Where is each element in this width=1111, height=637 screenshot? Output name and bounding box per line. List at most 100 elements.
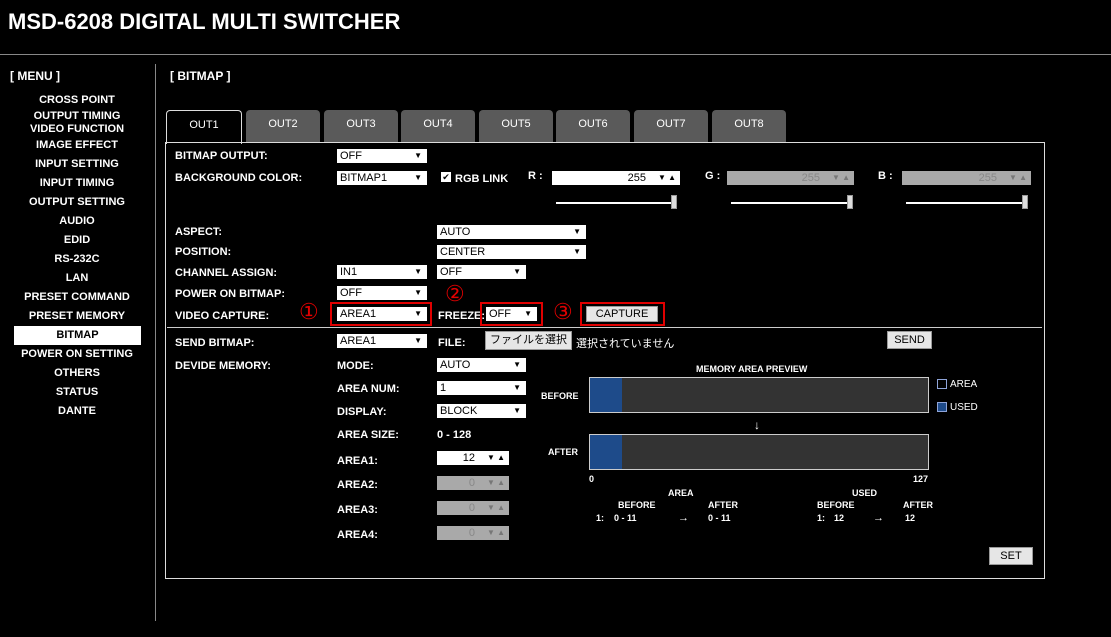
used-heading: USED <box>852 488 878 498</box>
area4-input[interactable]: 0 ▼ ▲ <box>437 526 509 540</box>
background-color-value: BITMAP1 <box>340 172 388 184</box>
area3-input[interactable]: 0 ▼ ▲ <box>437 501 509 515</box>
legend-used-swatch <box>937 402 947 412</box>
menu-item-input-setting[interactable]: INPUT SETTING <box>0 155 154 174</box>
area3-value: 0 <box>468 502 475 514</box>
spinner-icon[interactable]: ▼ ▲ <box>1009 171 1027 185</box>
menu-item-lan[interactable]: LAN <box>0 269 154 288</box>
dropdown-arrow-icon: ▼ <box>524 309 532 318</box>
tab-out7[interactable]: OUT7 <box>634 110 708 142</box>
spinner-icon[interactable]: ▼ ▲ <box>487 501 505 515</box>
freeze-value: OFF <box>489 308 511 320</box>
freeze-select[interactable]: OFF ▼ <box>486 307 537 321</box>
menu-item-preset-command[interactable]: PRESET COMMAND <box>0 288 154 307</box>
spinner-icon[interactable]: ▼ ▲ <box>832 171 850 185</box>
spinner-icon[interactable]: ▼ ▲ <box>658 171 676 185</box>
menu-item-status[interactable]: STATUS <box>0 383 154 402</box>
menu-item-preset-memory[interactable]: PRESET MEMORY <box>0 307 154 326</box>
tab-out6[interactable]: OUT6 <box>556 110 630 142</box>
mode-select[interactable]: AUTO ▼ <box>437 358 526 372</box>
tab-out8[interactable]: OUT8 <box>712 110 786 142</box>
g-value-input[interactable]: 255 ▼ ▲ <box>727 171 854 185</box>
power-on-bitmap-select[interactable]: OFF ▼ <box>337 286 427 300</box>
b-value: 255 <box>978 172 997 184</box>
used-col-before: BEFORE <box>817 500 855 510</box>
legend-area-swatch <box>937 379 947 389</box>
set-button[interactable]: SET <box>989 547 1033 565</box>
tab-out1[interactable]: OUT1 <box>166 110 242 144</box>
tab-out5[interactable]: OUT5 <box>479 110 553 142</box>
g-slider-thumb[interactable] <box>847 195 853 209</box>
area-row-arrow-icon: → <box>678 512 689 524</box>
rgb-link-label: RGB LINK <box>455 173 509 185</box>
menu-item-edid[interactable]: EDID <box>0 231 154 250</box>
position-value: CENTER <box>440 246 486 258</box>
send-bitmap-select[interactable]: AREA1 ▼ <box>337 334 427 348</box>
rgb-link-checkbox[interactable]: ✔ <box>441 172 451 182</box>
bitmap-output-select[interactable]: OFF ▼ <box>337 149 427 163</box>
dropdown-arrow-icon: ▼ <box>513 406 521 415</box>
aspect-value: AUTO <box>440 226 471 238</box>
menu-item-rs232c[interactable]: RS-232C <box>0 250 154 269</box>
area2-input[interactable]: 0 ▼ ▲ <box>437 476 509 490</box>
channel-assign-select[interactable]: OFF ▼ <box>437 265 526 279</box>
capture-button[interactable]: CAPTURE <box>586 306 658 322</box>
memory-after-used <box>590 435 622 469</box>
freeze-label: FREEZE: <box>438 310 486 322</box>
spinner-icon[interactable]: ▼ ▲ <box>487 476 505 490</box>
b-slider-thumb[interactable] <box>1022 195 1028 209</box>
area2-value: 0 <box>468 477 475 489</box>
section-title: [ BITMAP ] <box>170 69 231 83</box>
menu-item-others[interactable]: OTHERS <box>0 364 154 383</box>
area-row-before: 0 - 11 <box>614 513 637 523</box>
r-slider-thumb[interactable] <box>671 195 677 209</box>
video-capture-select[interactable]: AREA1 ▼ <box>337 307 427 321</box>
power-on-bitmap-label: POWER ON BITMAP: <box>175 288 285 300</box>
area-heading: AREA <box>668 488 694 498</box>
g-slider-track <box>731 202 852 204</box>
area2-label: AREA2: <box>337 479 378 491</box>
r-value-input[interactable]: 255 ▼ ▲ <box>552 171 680 185</box>
display-select[interactable]: BLOCK ▼ <box>437 404 526 418</box>
aspect-select[interactable]: AUTO ▼ <box>437 225 586 239</box>
menu-item-audio[interactable]: AUDIO <box>0 212 154 231</box>
area-num-select[interactable]: 1 ▼ <box>437 381 526 395</box>
memory-after-bar <box>589 434 929 470</box>
tab-out4[interactable]: OUT4 <box>401 110 475 142</box>
b-value-input[interactable]: 255 ▼ ▲ <box>902 171 1031 185</box>
dropdown-arrow-icon: ▼ <box>414 173 422 182</box>
channel-assign-input-select[interactable]: IN1 ▼ <box>337 265 427 279</box>
area-size-value: 0 - 128 <box>437 429 472 441</box>
sidebar-menu: CROSS POINT OUTPUT TIMING VIDEO FUNCTION … <box>0 91 154 421</box>
dropdown-arrow-icon: ▼ <box>414 288 422 297</box>
channel-assign-input-value: IN1 <box>340 266 358 278</box>
menu-item-output-timing[interactable]: OUTPUT TIMING VIDEO FUNCTION <box>0 110 154 136</box>
devide-memory-label: DEVIDE MEMORY: <box>175 360 271 372</box>
tab-out2[interactable]: OUT2 <box>246 110 320 142</box>
position-select[interactable]: CENTER ▼ <box>437 245 586 259</box>
choose-file-button[interactable]: ファイルを選択 <box>485 331 572 350</box>
tab-out3[interactable]: OUT3 <box>324 110 398 142</box>
menu-item-output-setting[interactable]: OUTPUT SETTING <box>0 193 154 212</box>
menu-item-power-on-setting[interactable]: POWER ON SETTING <box>0 345 154 364</box>
menu-item-image-effect[interactable]: IMAGE EFFECT <box>0 136 154 155</box>
menu-item-input-timing[interactable]: INPUT TIMING <box>0 174 154 193</box>
b-slider-track <box>906 202 1027 204</box>
menu-item-dante[interactable]: DANTE <box>0 402 154 421</box>
dropdown-arrow-icon: ▼ <box>573 227 581 236</box>
area4-value: 0 <box>468 527 475 539</box>
send-button[interactable]: SEND <box>887 331 932 349</box>
dropdown-arrow-icon: ▼ <box>414 267 422 276</box>
menu-item-video-function-label: VIDEO FUNCTION <box>29 123 125 135</box>
used-row-before: 12 <box>834 513 845 523</box>
preview-after-label: AFTER <box>548 447 578 457</box>
spinner-icon[interactable]: ▼ ▲ <box>487 451 505 465</box>
channel-assign-label: CHANNEL ASSIGN: <box>175 267 278 279</box>
area1-input[interactable]: 12 ▼ ▲ <box>437 451 509 465</box>
menu-item-bitmap[interactable]: BITMAP <box>14 326 141 345</box>
area-col-after: AFTER <box>708 500 738 510</box>
spinner-icon[interactable]: ▼ ▲ <box>487 526 505 540</box>
dropdown-arrow-icon: ▼ <box>513 360 521 369</box>
background-color-select[interactable]: BITMAP1 ▼ <box>337 171 427 185</box>
menu-item-cross-point[interactable]: CROSS POINT <box>0 91 154 110</box>
